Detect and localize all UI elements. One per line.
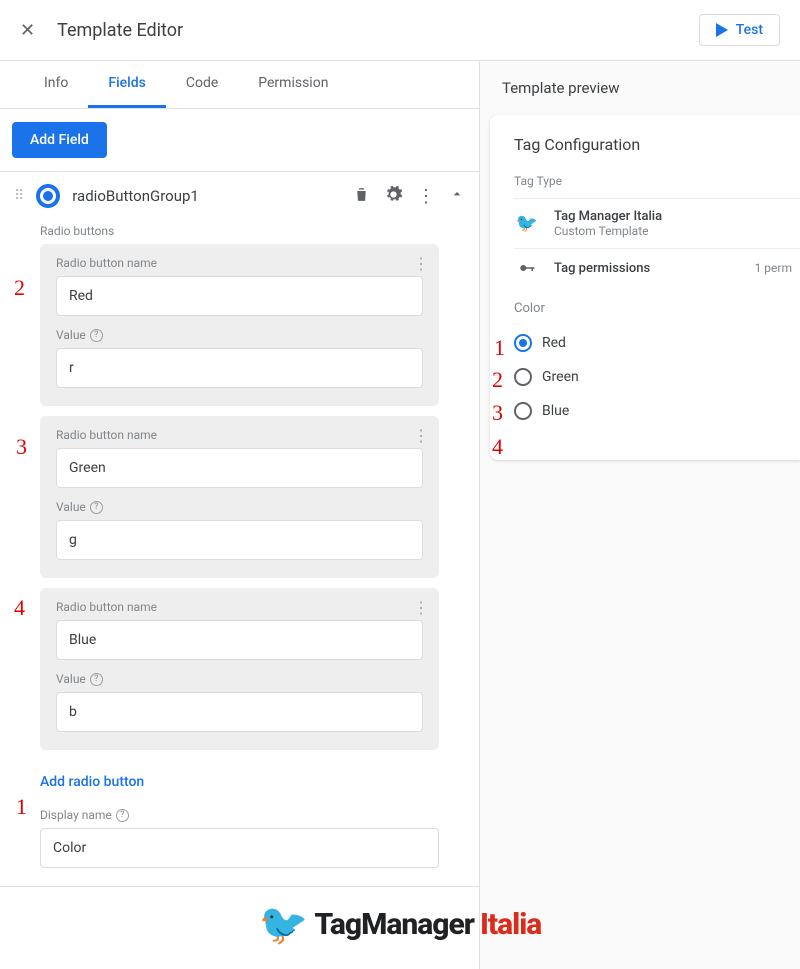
annotation: 3 bbox=[16, 434, 27, 460]
permissions-label: Tag permissions bbox=[554, 261, 741, 276]
more-vert-icon[interactable]: ⋮ bbox=[413, 426, 429, 445]
woodpecker-icon: 🐦 bbox=[259, 901, 309, 948]
page-title: Template Editor bbox=[57, 20, 183, 41]
card-title: Tag Configuration bbox=[514, 135, 800, 154]
tabs: Info Fields Code Permission bbox=[0, 61, 479, 109]
footer-logo: 🐦 TagManagerItalia bbox=[0, 901, 800, 948]
permissions-count: 1 perm bbox=[755, 261, 800, 275]
tab-fields[interactable]: Fields bbox=[88, 61, 165, 108]
help-icon[interactable]: ? bbox=[116, 809, 129, 822]
key-icon bbox=[514, 259, 540, 277]
preview-group-label: Color bbox=[514, 301, 800, 316]
annotation: 2 bbox=[14, 275, 25, 301]
radio-value-label: Value? bbox=[56, 328, 423, 342]
radio-icon bbox=[514, 402, 532, 420]
radio-card: ⋮ Radio button name Value? bbox=[40, 588, 439, 750]
radio-value-label: Value? bbox=[56, 672, 423, 686]
radio-group-icon bbox=[36, 184, 60, 208]
tag-type-row[interactable]: 🐦 Tag Manager Italia Custom Template bbox=[514, 198, 800, 248]
radio-name-label: Radio button name bbox=[56, 600, 423, 614]
annotation: 2 bbox=[492, 367, 503, 393]
annotation: 1 bbox=[16, 794, 27, 820]
close-icon[interactable]: ✕ bbox=[20, 20, 35, 41]
drag-handle-icon[interactable]: ⠿ bbox=[14, 188, 24, 204]
radio-buttons-label: Radio buttons bbox=[0, 220, 479, 244]
help-icon[interactable]: ? bbox=[90, 501, 103, 514]
radio-card: ⋮ Radio button name Value? bbox=[40, 244, 439, 406]
annotation: 4 bbox=[14, 595, 25, 621]
radio-value-input[interactable] bbox=[56, 692, 423, 732]
radio-value-input[interactable] bbox=[56, 348, 423, 388]
test-button-label: Test bbox=[736, 22, 763, 38]
more-vert-icon[interactable]: ⋮ bbox=[413, 598, 429, 617]
preview-radio-red[interactable]: Red bbox=[514, 326, 800, 360]
delete-icon[interactable] bbox=[353, 186, 370, 207]
brand-text-1: TagManager bbox=[315, 907, 474, 942]
radio-value-label: Value? bbox=[56, 500, 423, 514]
more-vert-icon[interactable]: ⋮ bbox=[413, 254, 429, 273]
tab-info[interactable]: Info bbox=[24, 61, 88, 108]
gear-icon[interactable] bbox=[384, 185, 403, 208]
play-icon bbox=[716, 23, 728, 37]
help-icon[interactable]: ? bbox=[90, 673, 103, 686]
display-name-label: Display name? bbox=[40, 808, 439, 822]
tag-subtitle: Custom Template bbox=[554, 224, 800, 238]
tab-permission[interactable]: Permission bbox=[238, 61, 348, 108]
radio-card: ⋮ Radio button name Value? bbox=[40, 416, 439, 578]
add-radio-button[interactable]: Add radio button bbox=[0, 760, 479, 804]
preview-card: Tag Configuration Tag Type 🐦 Tag Manager… bbox=[490, 115, 800, 460]
radio-name-input[interactable] bbox=[56, 620, 423, 660]
field-name[interactable]: radioButtonGroup1 bbox=[72, 187, 341, 205]
more-vert-icon[interactable]: ⋮ bbox=[417, 186, 435, 207]
annotation: 1 bbox=[494, 335, 505, 361]
collapse-icon[interactable] bbox=[449, 186, 465, 206]
radio-name-label: Radio button name bbox=[56, 428, 423, 442]
preview-heading: Template preview bbox=[480, 61, 800, 115]
annotation: 3 bbox=[492, 400, 503, 426]
tab-code[interactable]: Code bbox=[166, 61, 238, 108]
tag-permissions-row[interactable]: Tag permissions 1 perm bbox=[514, 248, 800, 287]
radio-icon bbox=[514, 334, 532, 352]
preview-radio-green[interactable]: Green bbox=[514, 360, 800, 394]
radio-value-input[interactable] bbox=[56, 520, 423, 560]
tag-name: Tag Manager Italia bbox=[554, 209, 800, 224]
tag-logo-icon: 🐦 bbox=[514, 213, 540, 234]
radio-name-input[interactable] bbox=[56, 276, 423, 316]
add-field-button[interactable]: Add Field bbox=[12, 122, 107, 158]
annotation: 4 bbox=[492, 434, 503, 460]
test-button[interactable]: Test bbox=[699, 14, 780, 46]
field-block: ⠿ radioButtonGroup1 ⋮ Radio buttons bbox=[0, 172, 479, 887]
help-icon[interactable]: ? bbox=[90, 329, 103, 342]
brand-text-2: Italia bbox=[480, 907, 541, 942]
preview-radio-blue[interactable]: Blue bbox=[514, 394, 800, 428]
display-name-input[interactable] bbox=[40, 828, 439, 868]
radio-name-label: Radio button name bbox=[56, 256, 423, 270]
tag-type-label: Tag Type bbox=[514, 174, 800, 188]
radio-name-input[interactable] bbox=[56, 448, 423, 488]
radio-icon bbox=[514, 368, 532, 386]
